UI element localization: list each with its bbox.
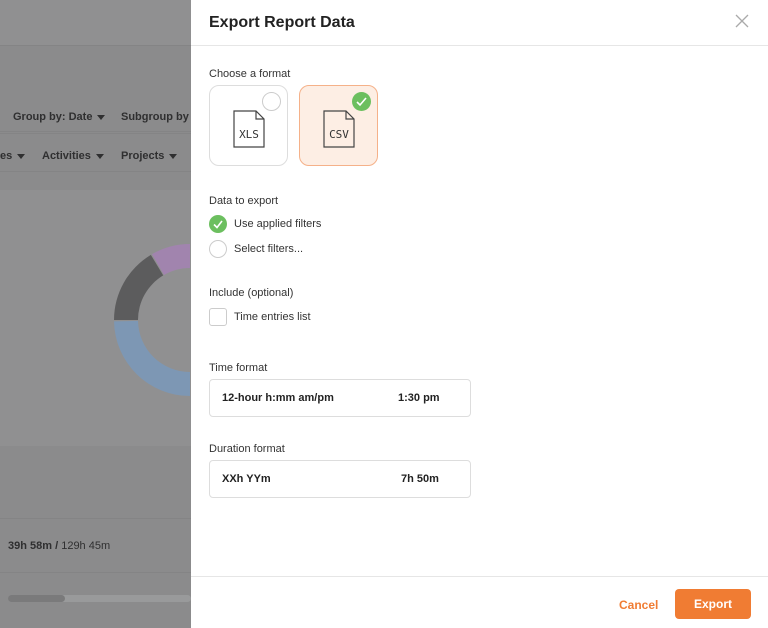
duration-format-label: Duration format (209, 443, 285, 455)
choose-format-label: Choose a format (209, 68, 291, 80)
svg-text:XLS: XLS (239, 128, 259, 141)
progress-bar (8, 595, 191, 602)
caret-down-icon (97, 114, 106, 120)
radio-unchecked-icon (209, 240, 227, 258)
svg-text:CSV: CSV (329, 128, 349, 141)
dialog-footer: Cancel Export (191, 576, 768, 628)
caret-down-icon (17, 153, 26, 159)
radio-select-filters[interactable]: Select filters... (209, 240, 303, 258)
format-option-csv[interactable]: CSV (299, 85, 378, 166)
caret-down-icon (169, 153, 178, 159)
radio-unchecked-icon (262, 92, 281, 111)
subgroup-by-dropdown[interactable]: Subgroup by (121, 111, 189, 123)
dialog-title: Export Report Data (209, 13, 355, 31)
radio-use-applied-filters[interactable]: Use applied filters (209, 215, 321, 233)
export-button[interactable]: Export (675, 589, 751, 619)
checkbox-time-entries[interactable]: Time entries list (209, 308, 311, 326)
csv-file-icon: CSV (323, 110, 355, 148)
total-time: 39h 58m / 129h 45m (8, 540, 111, 552)
time-format-label: Time format (209, 362, 268, 374)
donut-segment (114, 254, 164, 320)
filter-dropdown[interactable]: es (0, 150, 26, 162)
time-format-select[interactable]: 12-hour h:mm am/pm 1:30 pm (209, 379, 471, 417)
checkbox-icon (209, 308, 227, 326)
format-option-xls[interactable]: XLS (209, 85, 288, 166)
include-label: Include (optional) (209, 287, 294, 299)
duration-format-select[interactable]: XXh YYm 7h 50m (209, 460, 471, 498)
activities-filter[interactable]: Activities (42, 150, 104, 162)
cancel-button[interactable]: Cancel (619, 598, 658, 612)
check-icon (352, 92, 371, 111)
close-icon[interactable] (734, 13, 750, 29)
check-icon (209, 215, 227, 233)
caret-down-icon (95, 153, 104, 159)
donut-segment (114, 320, 190, 396)
xls-file-icon: XLS (233, 110, 265, 148)
projects-filter[interactable]: Projects (121, 150, 178, 162)
data-to-export-label: Data to export (209, 195, 279, 207)
group-by-dropdown[interactable]: Group by: Date (13, 111, 106, 123)
export-dialog: Export Report Data Choose a format XLS C… (191, 0, 768, 628)
